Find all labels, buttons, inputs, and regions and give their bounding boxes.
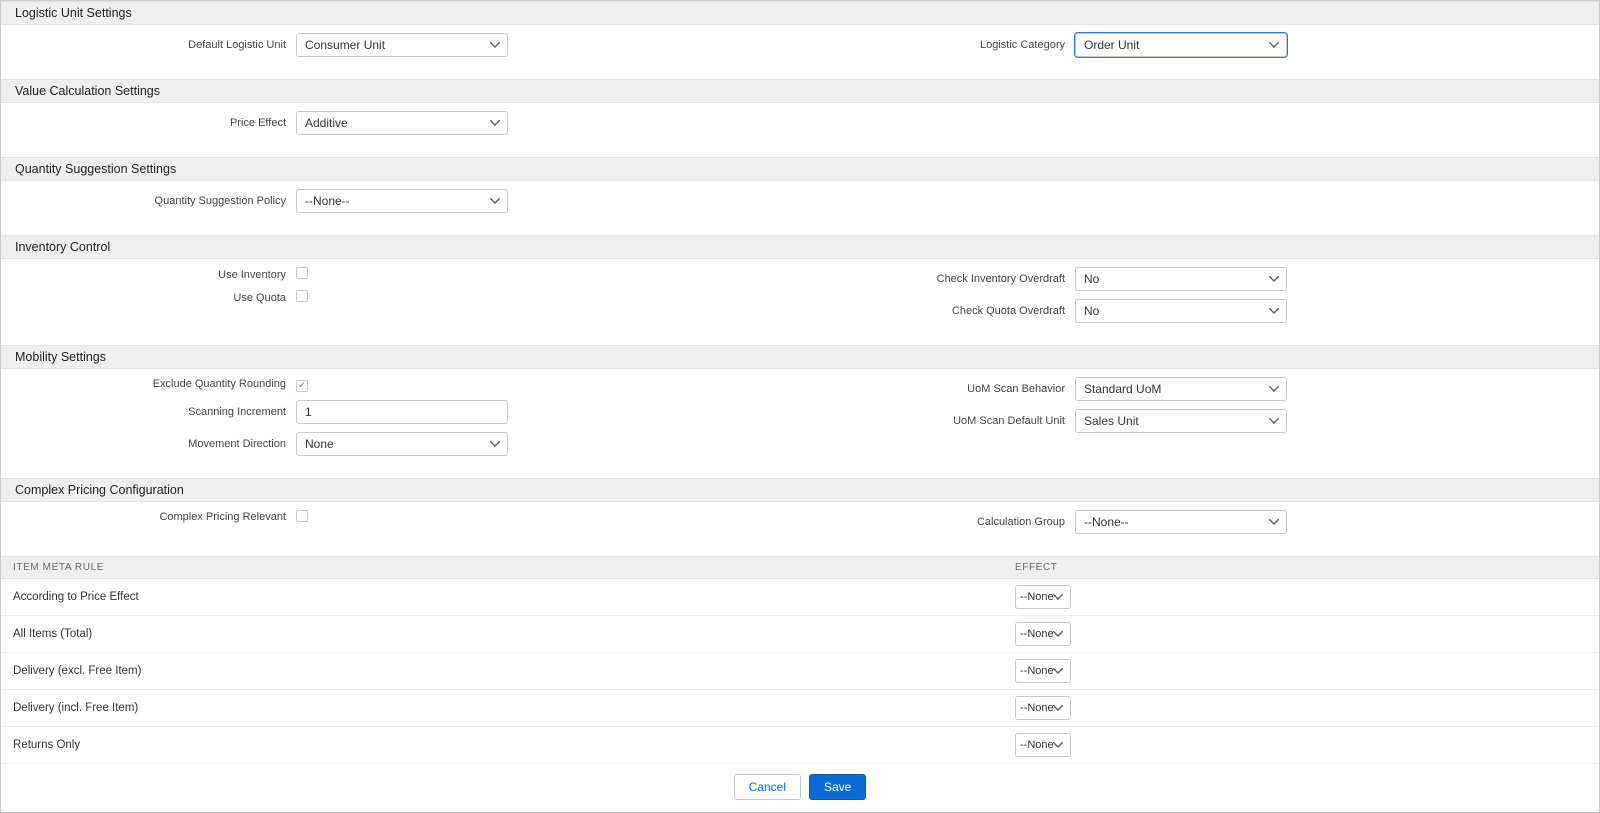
item-meta-rule-cell: According to Price Effect bbox=[13, 591, 1015, 603]
select-logistic-category[interactable]: Order Unit bbox=[1075, 33, 1287, 57]
section-header-inventory: Inventory Control bbox=[1, 235, 1599, 259]
item-meta-rule-cell: All Items (Total) bbox=[13, 628, 1015, 640]
table-row: Returns Only--None-- bbox=[1, 727, 1599, 764]
label-price-effect: Price Effect bbox=[1, 117, 296, 129]
select-effect[interactable]: --None-- bbox=[1015, 585, 1071, 609]
label-calculation-group: Calculation Group bbox=[800, 516, 1075, 528]
item-meta-rule-cell: Delivery (excl. Free Item) bbox=[13, 665, 1015, 677]
checkbox-complex-pricing-relevant[interactable] bbox=[296, 510, 308, 522]
table-header: Item Meta Rule Effect bbox=[1, 556, 1599, 579]
checkbox-use-quota[interactable] bbox=[296, 290, 308, 302]
select-check-quota-overdraft[interactable]: No bbox=[1075, 299, 1287, 323]
select-effect[interactable]: --None-- bbox=[1015, 696, 1071, 720]
label-exclude-rounding: Exclude Quantity Rounding bbox=[1, 378, 296, 390]
table-row: According to Price Effect--None-- bbox=[1, 579, 1599, 616]
label-check-inventory-overdraft: Check Inventory Overdraft bbox=[800, 273, 1075, 285]
label-scanning-increment: Scanning Increment bbox=[1, 406, 296, 418]
cancel-button[interactable]: Cancel bbox=[734, 774, 801, 800]
label-default-logistic-unit: Default Logistic Unit bbox=[1, 39, 296, 51]
select-uom-scan-behavior[interactable]: Standard UoM bbox=[1075, 377, 1287, 401]
label-uom-scan-default: UoM Scan Default Unit bbox=[800, 415, 1075, 427]
input-scanning-increment[interactable] bbox=[296, 400, 508, 424]
item-meta-rule-cell: Returns Only bbox=[13, 739, 1015, 751]
label-complex-pricing-relevant: Complex Pricing Relevant bbox=[1, 511, 296, 523]
table-row: All Items (Total)--None-- bbox=[1, 616, 1599, 653]
select-calculation-group[interactable]: --None-- bbox=[1075, 510, 1287, 534]
label-uom-scan-behavior: UoM Scan Behavior bbox=[800, 383, 1075, 395]
checkbox-exclude-rounding[interactable] bbox=[296, 380, 308, 392]
select-effect[interactable]: --None-- bbox=[1015, 622, 1071, 646]
section-header-complex: Complex Pricing Configuration bbox=[1, 478, 1599, 502]
section-header-quantity: Quantity Suggestion Settings bbox=[1, 157, 1599, 181]
label-logistic-category: Logistic Category bbox=[800, 39, 1075, 51]
section-header-value-calc: Value Calculation Settings bbox=[1, 79, 1599, 103]
section-header-mobility: Mobility Settings bbox=[1, 345, 1599, 369]
select-check-inventory-overdraft[interactable]: No bbox=[1075, 267, 1287, 291]
select-movement-direction[interactable]: None bbox=[296, 432, 508, 456]
select-uom-scan-default[interactable]: Sales Unit bbox=[1075, 409, 1287, 433]
label-check-quota-overdraft: Check Quota Overdraft bbox=[800, 305, 1075, 317]
section-header-logistic: Logistic Unit Settings bbox=[1, 1, 1599, 25]
select-effect[interactable]: --None-- bbox=[1015, 733, 1071, 757]
select-quantity-policy[interactable]: --None-- bbox=[296, 189, 508, 213]
label-use-quota: Use Quota bbox=[1, 292, 296, 304]
save-button[interactable]: Save bbox=[809, 774, 866, 800]
select-default-logistic-unit[interactable]: Consumer Unit bbox=[296, 33, 508, 57]
table-row: Delivery (incl. Free Item)--None-- bbox=[1, 690, 1599, 727]
item-meta-rule-cell: Delivery (incl. Free Item) bbox=[13, 702, 1015, 714]
table-row: Delivery (excl. Free Item)--None-- bbox=[1, 653, 1599, 690]
column-header-effect: Effect bbox=[1015, 562, 1587, 573]
label-quantity-policy: Quantity Suggestion Policy bbox=[1, 195, 296, 207]
label-use-inventory: Use Inventory bbox=[1, 269, 296, 281]
select-effect[interactable]: --None-- bbox=[1015, 659, 1071, 683]
select-price-effect[interactable]: Additive bbox=[296, 111, 508, 135]
checkbox-use-inventory[interactable] bbox=[296, 267, 308, 279]
column-header-item-meta-rule: Item Meta Rule bbox=[13, 562, 1015, 573]
label-movement-direction: Movement Direction bbox=[1, 438, 296, 450]
